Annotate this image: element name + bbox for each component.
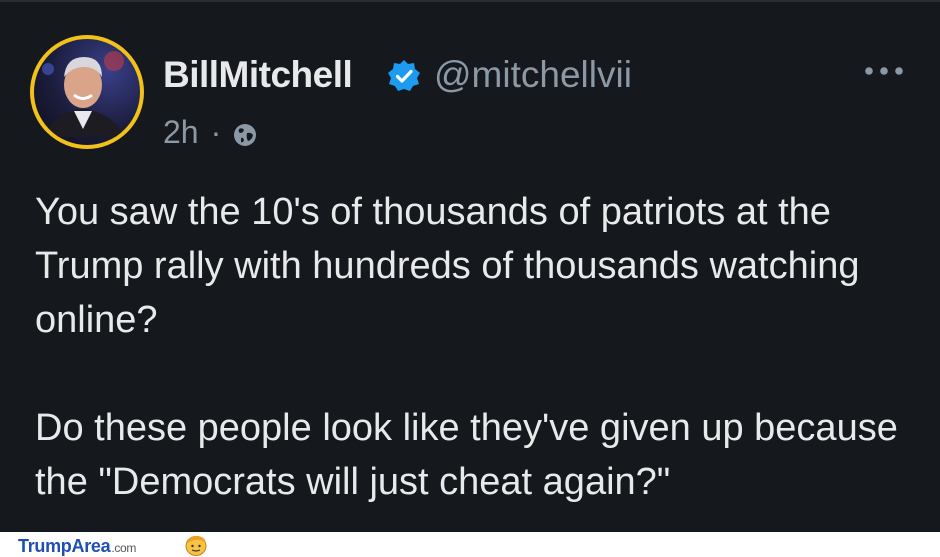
avatar[interactable] [30, 35, 144, 149]
verified-badge-icon [388, 60, 420, 91]
watermark-brand: TrumpArea [18, 536, 111, 556]
user-handle[interactable]: @mitchellvii [434, 54, 632, 96]
watermark-logo-icon [185, 535, 207, 556]
watermark-suffix: .com [111, 541, 137, 555]
meta-separator: · [210, 114, 222, 150]
watermark-text: TrumpArea.com [18, 536, 136, 557]
globe-icon [234, 123, 257, 146]
avatar-photo [42, 51, 124, 137]
tweet-paragraph: You saw the 10's of thousands of patriot… [35, 191, 860, 341]
watermark-bar: TrumpArea.com [0, 532, 940, 557]
more-options-icon[interactable] [862, 60, 908, 82]
tweet-meta: 2h · [163, 114, 259, 151]
tweet-paragraph: Do these people look like they've given … [35, 407, 898, 503]
tweet-card: BillMitchell @mitchellvii 2h · You saw t… [0, 0, 940, 532]
tweet-time[interactable]: 2h [163, 114, 199, 151]
tweet-text: You saw the 10's of thousands of patriot… [35, 185, 915, 509]
display-name[interactable]: BillMitchell [163, 54, 353, 96]
